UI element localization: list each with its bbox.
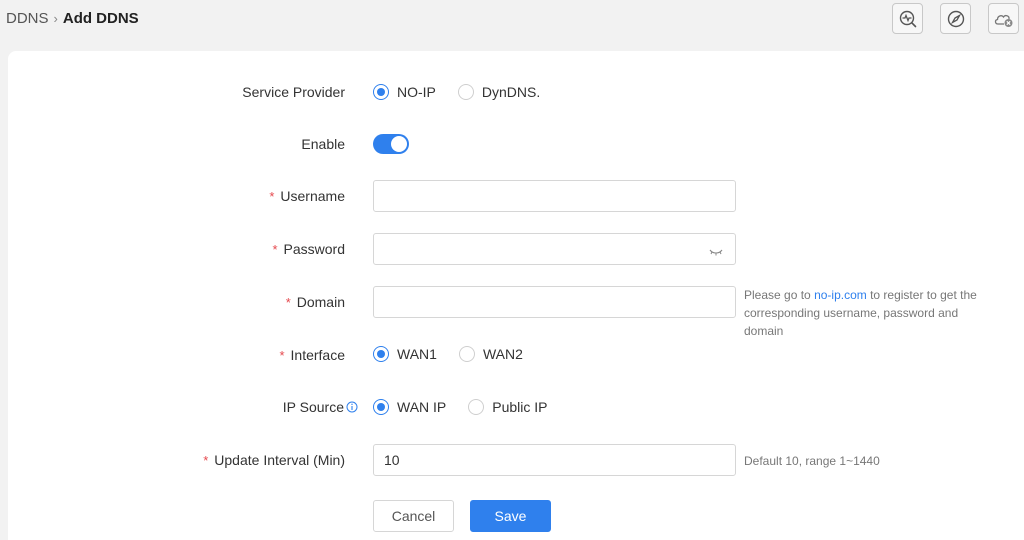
domain-input[interactable] bbox=[373, 286, 736, 318]
radio-dyndns[interactable]: DynDNS. bbox=[457, 84, 540, 100]
radio-button[interactable] bbox=[468, 399, 485, 415]
ip-source-label: IP Source bbox=[283, 397, 358, 417]
ip-source-radio-group: WAN IP Public IP bbox=[373, 397, 570, 417]
radio-button-checked[interactable] bbox=[373, 346, 389, 362]
radio-button[interactable] bbox=[457, 84, 474, 100]
page-header: DDNS › Add DDNS bbox=[0, 0, 1024, 50]
radio-public-ip[interactable]: Public IP bbox=[468, 399, 548, 415]
service-provider-radio-group: NO-IP DynDNS. bbox=[373, 82, 562, 102]
domain-hint: Please go to no-ip.com to register to ge… bbox=[744, 288, 977, 338]
compass-button[interactable] bbox=[940, 3, 971, 34]
password-label: * Password bbox=[272, 241, 345, 257]
compass-icon bbox=[946, 9, 966, 29]
radio-wan-ip[interactable]: WAN IP bbox=[373, 399, 446, 415]
save-button[interactable]: Save bbox=[470, 500, 551, 532]
password-input[interactable] bbox=[373, 233, 736, 265]
page-title: Add DDNS bbox=[62, 10, 139, 27]
breadcrumb-separator: › bbox=[53, 11, 58, 26]
radio-wan1[interactable]: WAN1 bbox=[373, 346, 437, 362]
diagnostics-button[interactable] bbox=[892, 3, 923, 34]
radio-no-ip[interactable]: NO-IP bbox=[373, 84, 436, 100]
breadcrumb-ddns-link[interactable]: DDNS bbox=[6, 9, 49, 29]
diagnostics-icon bbox=[898, 9, 918, 29]
cancel-button[interactable]: Cancel bbox=[373, 500, 454, 532]
username-label: * Username bbox=[269, 188, 345, 204]
service-provider-label: Service Provider bbox=[242, 84, 345, 100]
username-input[interactable] bbox=[373, 180, 736, 212]
toggle-knob bbox=[391, 136, 407, 152]
update-interval-input[interactable]: 10 bbox=[373, 444, 736, 476]
interface-label: * Interface bbox=[279, 347, 345, 363]
enable-toggle[interactable] bbox=[373, 134, 409, 154]
cloud-status-button[interactable] bbox=[988, 3, 1019, 34]
radio-button-checked[interactable] bbox=[373, 399, 389, 415]
no-ip-link[interactable]: no-ip.com bbox=[814, 288, 867, 302]
radio-button-checked[interactable] bbox=[373, 84, 389, 100]
interface-radio-group: WAN1 WAN2 bbox=[373, 344, 545, 364]
update-interval-label: * Update Interval (Min) bbox=[203, 452, 345, 468]
enable-label: Enable bbox=[301, 136, 345, 152]
radio-button[interactable] bbox=[458, 346, 475, 362]
eye-closed-icon[interactable] bbox=[709, 244, 723, 260]
domain-label: * Domain bbox=[285, 294, 345, 310]
info-icon[interactable] bbox=[346, 401, 358, 413]
breadcrumb: DDNS › Add DDNS bbox=[6, 9, 139, 29]
update-interval-hint: Default 10, range 1~1440 bbox=[744, 454, 880, 468]
radio-wan2[interactable]: WAN2 bbox=[458, 346, 523, 362]
cloud-disconnected-icon bbox=[993, 9, 1015, 29]
